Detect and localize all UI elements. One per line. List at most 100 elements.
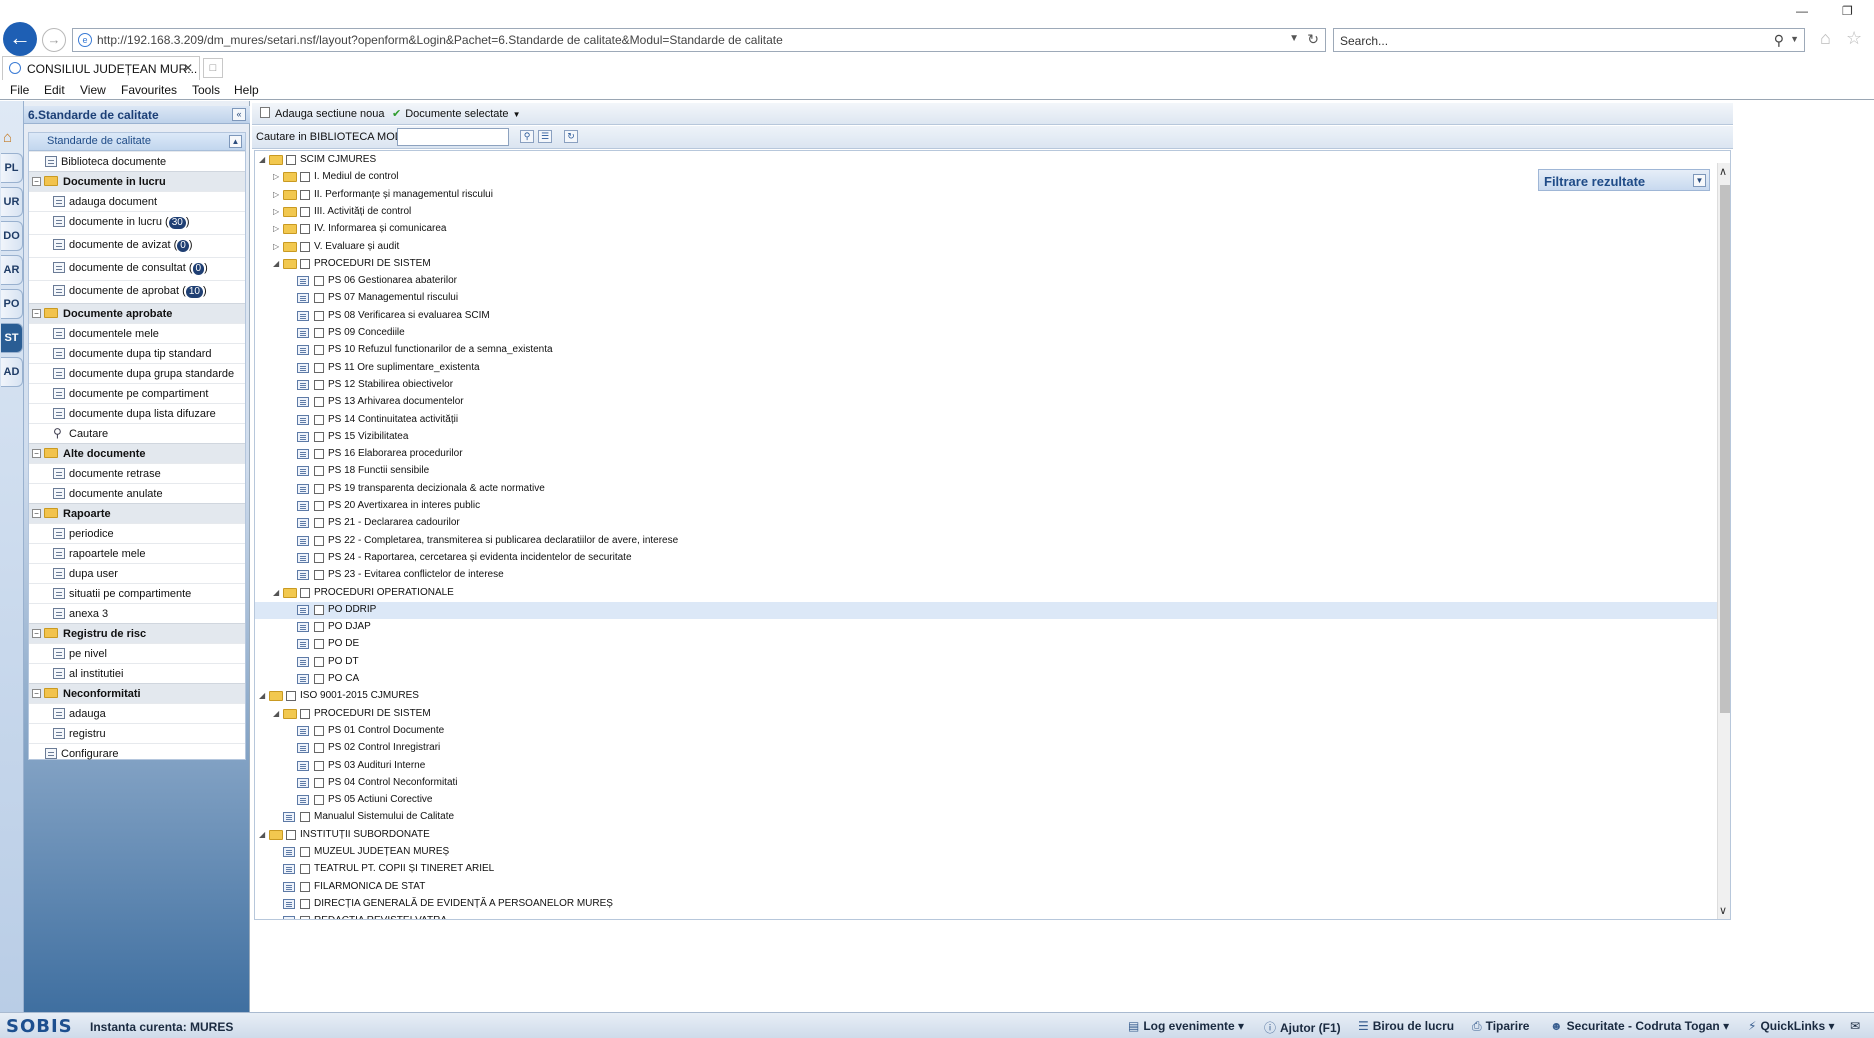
new-tab-button[interactable]: □ [203,58,223,78]
forward-arrow-icon[interactable]: → [42,28,66,52]
selected-documents-button[interactable]: ✔ Documente selectate ▼ [392,107,520,120]
tree-row-ps-09-concediile[interactable]: PS 09 Concediile [255,325,1717,342]
tree-row-iso-9001-2015-cjmures[interactable]: ◢ ISO 9001-2015 CJMURES [255,688,1717,705]
nav-group-registru-de-risc[interactable]: − Registru de risc [29,623,245,643]
tree-row-ps-02-control-inregistrari[interactable]: PS 02 Control Inregistrari [255,740,1717,757]
tree-row-ps-04-control-neconformitati[interactable]: PS 04 Control Neconformitati [255,775,1717,792]
tree-row-v-evaluare-si-audit[interactable]: ▷ V. Evaluare și audit [255,239,1717,256]
tree-row-i-mediul-de-control[interactable]: ▷ I. Mediul de control [255,169,1717,186]
search-icon[interactable]: ⚲ [1774,32,1784,49]
select-checkbox[interactable] [314,310,324,321]
url-text[interactable]: http://192.168.3.209/dm_mures/setari.nsf… [97,33,783,47]
menu-edit[interactable]: Edit [44,83,65,97]
select-checkbox[interactable] [314,449,324,460]
log-events-button[interactable]: ▤ Log evenimente ▾ [1128,1019,1244,1033]
tree-row-po-de[interactable]: PO DE [255,636,1717,653]
collapsed-arrow-icon[interactable]: ▷ [273,242,279,251]
home-icon[interactable]: ⌂ [1820,28,1831,49]
select-checkbox[interactable] [314,743,324,754]
tree-row-proceduri-operationale[interactable]: ◢ PROCEDURI OPERATIONALE [255,585,1717,602]
select-checkbox[interactable] [314,674,324,684]
select-checkbox[interactable] [300,916,310,919]
nav-item-documente-in-lucru[interactable]: documente in lucru (30) [29,211,245,231]
vertical-scrollbar[interactable]: ∧ ∨ [1717,163,1730,919]
quicklinks-button[interactable]: ⚡ QuickLinks ▾ [1748,1019,1834,1033]
side-tab-st[interactable]: ST [1,323,23,353]
expanded-arrow-icon[interactable]: ◢ [259,691,265,700]
menu-favourites[interactable]: Favourites [121,83,177,97]
menu-tools[interactable]: Tools [192,83,220,97]
select-checkbox[interactable] [314,639,324,650]
desk-button[interactable]: ☰ Birou de lucru [1358,1019,1454,1033]
nav-group-neconformitati[interactable]: − Neconformitati [29,683,245,703]
tree-row-teatrul-pt-copii-si-tineret-ariel[interactable]: TEATRUL PT. COPII ȘI TINERET ARIEL [255,861,1717,878]
print-button[interactable]: ⎙ Tiparire [1472,1019,1529,1034]
tree-row-ps-06-gestionarea-abaterilor[interactable]: PS 06 Gestionarea abaterilor [255,273,1717,290]
collapsed-arrow-icon[interactable]: ▷ [273,207,279,216]
select-checkbox[interactable] [314,604,324,615]
collapse-minus-icon[interactable]: − [32,629,41,638]
select-checkbox[interactable] [314,501,324,511]
tree-row-ps-19-transparenta-decizionala-acte-normative[interactable]: PS 19 transparenta decizionala & acte no… [255,481,1717,498]
select-checkbox[interactable] [300,864,310,875]
tree-row-ps-23-evitarea-conflictelor-de-interese[interactable]: PS 23 - Evitarea conflictelor de interes… [255,567,1717,584]
tree-row-po-ddrip[interactable]: PO DDRIP [255,601,1717,619]
tree-row-manualul-sistemului-de-calitate[interactable]: Manualul Sistemului de Calitate [255,809,1717,826]
tree-row-ps-03-audituri-interne[interactable]: PS 03 Audituri Interne [255,758,1717,775]
nav-group-rapoarte[interactable]: − Rapoarte [29,503,245,523]
nav-item-biblioteca-documente[interactable]: Biblioteca documente [29,151,245,171]
nav-item-adauga-document[interactable]: adauga document [29,191,245,211]
collapsed-arrow-icon[interactable]: ▷ [273,224,279,233]
collapsed-arrow-icon[interactable]: ▷ [273,172,279,181]
collapse-minus-icon[interactable]: − [32,309,41,318]
tree-row-ps-21-declararea-cadourilor[interactable]: PS 21 - Declararea cadourilor [255,515,1717,532]
tree-row-ii-performante-si-managementul-riscului[interactable]: ▷ II. Performanțe și managementul risculu… [255,187,1717,204]
tree-row-proceduri-de-sistem[interactable]: ◢ PROCEDURI DE SISTEM [255,256,1717,273]
select-checkbox[interactable] [286,155,296,165]
select-checkbox[interactable] [300,258,310,269]
menu-file[interactable]: File [10,83,29,97]
select-checkbox[interactable] [300,881,310,892]
restore-window-icon[interactable]: ❐ [1842,4,1853,18]
tree-row-ps-01-control-documente[interactable]: PS 01 Control Documente [255,723,1717,740]
nav-item-adauga[interactable]: adauga [29,703,245,723]
select-checkbox[interactable] [300,206,310,217]
side-tab-pl[interactable]: PL [1,153,23,183]
tree-row-ps-24-raportarea-cercetarea-si-evidenta-incidentelor-de-securitate[interactable]: PS 24 - Raportarea, cercetarea și eviden… [255,550,1717,567]
side-tab-do[interactable]: DO [1,221,23,251]
collapse-up-icon[interactable]: ▲ [229,135,242,148]
tree-row-ps-16-elaborarea-procedurilor[interactable]: PS 16 Elaborarea procedurilor [255,446,1717,463]
add-section-button[interactable]: Adauga sectiune noua [260,107,384,120]
tree-row-ps-22-completarea-transmiterea-si-publicarea-declaratiilor-de-avere-interese[interactable]: PS 22 - Completarea, transmiterea si pub… [255,533,1717,550]
tree-row-ps-13-arhivarea-documentelor[interactable]: PS 13 Arhivarea documentelor [255,394,1717,411]
select-checkbox[interactable] [300,812,310,823]
select-checkbox[interactable] [314,483,324,494]
chevron-down-icon[interactable]: ▼ [1790,34,1799,44]
nav-item-documente-de-aprobat[interactable]: documente de aprobat (10) [29,280,245,300]
expanded-arrow-icon[interactable]: ◢ [273,588,279,597]
scrollbar-thumb[interactable] [1720,185,1730,713]
select-checkbox[interactable] [314,293,324,304]
back-arrow-icon[interactable]: ← [3,22,37,56]
select-checkbox[interactable] [314,431,324,442]
select-checkbox[interactable] [314,345,324,356]
expanded-arrow-icon[interactable]: ◢ [259,155,265,164]
search-go-icon[interactable]: ⚲ [520,130,534,143]
collapse-minus-icon[interactable]: − [32,509,41,518]
select-checkbox[interactable] [300,898,310,909]
browser-tab[interactable]: CONSILIUL JUDEȚEAN MUR... ✕ [2,56,200,80]
side-tab-po[interactable]: PO [1,289,23,319]
nav-item-documente-de-consultat[interactable]: documente de consultat (0) [29,257,245,277]
nav-item-configurare[interactable]: Configurare [29,743,245,763]
select-checkbox[interactable] [314,725,324,736]
tree-row-ps-05-actiuni-corective[interactable]: PS 05 Actiuni Corective [255,792,1717,809]
select-checkbox[interactable] [314,622,324,633]
address-bar[interactable]: e http://192.168.3.209/dm_mures/setari.n… [72,28,1326,52]
home-icon[interactable]: ⌂ [3,129,12,146]
nav-item-documente-retrase[interactable]: documente retrase [29,463,245,483]
tree-row-filarmonica-de-stat[interactable]: FILARMONICA DE STAT [255,879,1717,896]
select-checkbox[interactable] [286,829,296,840]
select-checkbox[interactable] [314,760,324,771]
nav-item-situatii-pe-compartimente[interactable]: situatii pe compartimente [29,583,245,603]
select-checkbox[interactable] [300,241,310,252]
